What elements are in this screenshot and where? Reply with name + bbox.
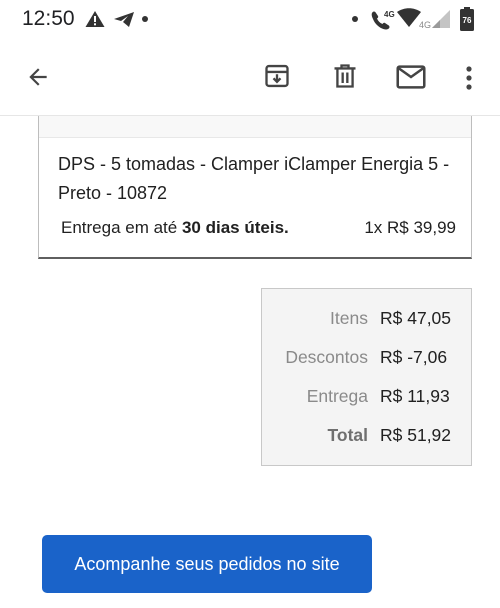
summary-label: Total (327, 425, 368, 445)
summary-value: R$ 47,05 (380, 308, 452, 328)
warning-icon (85, 11, 105, 27)
mail-icon[interactable] (396, 64, 426, 90)
summary-row-discounts: Descontos R$ -7,06 (262, 347, 471, 371)
telegram-icon (114, 12, 134, 27)
signal-icon: 4G (419, 10, 450, 30)
dot-icon (352, 16, 358, 22)
delivery-estimate: Entrega em até 30 dias úteis. (61, 218, 289, 238)
battery-level: 76 (463, 16, 472, 25)
item-quantity-price: 1x R$ 39,99 (364, 218, 456, 237)
dot-icon (142, 16, 148, 22)
summary-row-shipping: Entrega R$ 11,93 (262, 386, 471, 410)
summary-label: Entrega (306, 386, 368, 406)
summary-value: R$ 51,92 (380, 425, 452, 445)
delivery-days: 30 dias úteis. (181, 218, 289, 237)
archive-icon[interactable] (263, 62, 291, 90)
delivery-prefix: Entrega em até (61, 218, 182, 237)
battery-icon: 76 (460, 7, 474, 31)
card-header-strip (39, 116, 471, 138)
status-time: 12:50 (22, 7, 75, 30)
network-label: 4G (419, 20, 431, 30)
back-arrow-icon[interactable] (25, 64, 51, 90)
summary-label: Descontos (285, 347, 368, 367)
summary-value: R$ 11,93 (380, 386, 450, 406)
wifi-call-icon: 4G (371, 10, 395, 30)
volte-label: 4G (384, 10, 395, 19)
order-summary: Itens R$ 47,05 Descontos R$ -7,06 Entreg… (261, 288, 472, 466)
product-name: DPS - 5 tomadas - Clamper iClamper Energ… (58, 154, 450, 203)
more-vert-icon[interactable] (461, 64, 477, 92)
summary-value: R$ -7,06 (380, 347, 448, 367)
delete-icon[interactable] (331, 62, 359, 90)
toolbar (0, 40, 500, 116)
order-item-card: DPS - 5 tomadas - Clamper iClamper Energ… (38, 116, 472, 259)
track-orders-button[interactable]: Acompanhe seus pedidos no site (42, 535, 372, 593)
summary-row-total: Total R$ 51,92 (262, 425, 471, 449)
summary-label: Itens (330, 308, 368, 328)
summary-row-items: Itens R$ 47,05 (262, 308, 471, 332)
status-bar: 12:50 4G 4G 76 (0, 0, 500, 40)
